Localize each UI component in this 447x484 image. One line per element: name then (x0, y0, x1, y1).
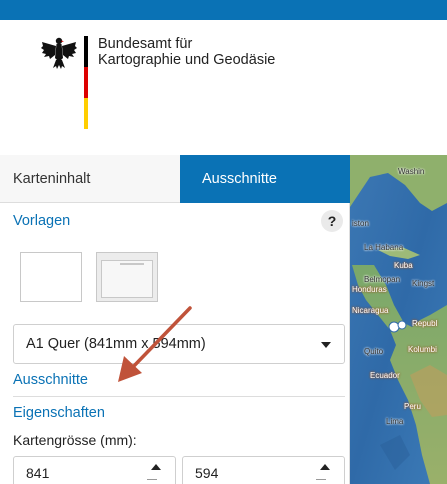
map-size-label: Kartengrösse (mm): (13, 432, 137, 448)
map-view[interactable]: Washin iston La Habana Kuba Belmopan Kin… (350, 155, 447, 484)
decrement-height-icon[interactable] (316, 479, 326, 480)
section-ausschnitte[interactable]: Ausschnitte (13, 372, 88, 388)
blank-template-thumbnail[interactable] (20, 252, 82, 302)
map-width-value: 841 (26, 465, 50, 481)
map-label: Quito (364, 347, 384, 356)
federal-eagle-logo (41, 37, 77, 69)
annotation-arrow (118, 306, 192, 382)
map-height-input[interactable]: 594 (182, 456, 345, 484)
map-label: Kingst (412, 279, 435, 288)
map-label: Kolumbi (408, 345, 437, 354)
org-name-line1: Bundesamt für (98, 36, 193, 52)
marker-icon[interactable] (397, 320, 407, 330)
map-label: Peru (404, 402, 421, 411)
tab-ausschnitte[interactable]: Ausschnitte (180, 155, 350, 203)
marker-icon[interactable] (388, 321, 400, 333)
panel-tabs: Karteninhalt Ausschnitte (0, 155, 350, 203)
help-button[interactable]: ? (321, 210, 343, 232)
map-label: Republ (412, 319, 438, 328)
chevron-down-icon (321, 342, 331, 348)
increment-width-icon[interactable] (151, 464, 161, 470)
org-name-line2: Kartographie und Geodäsie (98, 52, 276, 68)
framed-template-thumbnail[interactable] (96, 252, 158, 302)
increment-height-icon[interactable] (320, 464, 330, 470)
org-name: Bundesamt für Kartographie und Geodäsie (98, 36, 275, 68)
map-label: Washin (398, 167, 425, 176)
map-label: Belmopan (364, 275, 401, 284)
map-label: Honduras (352, 285, 387, 294)
section-eigenschaften[interactable]: Eigenschaften (13, 405, 105, 421)
section-vorlagen[interactable]: Vorlagen (13, 213, 70, 229)
map-width-input[interactable]: 841 (13, 456, 176, 484)
template-frame (101, 260, 153, 298)
map-label: La Habana (364, 243, 404, 252)
map-label: Ecuador (370, 371, 400, 380)
map-label: Kuba (394, 261, 413, 270)
decrement-width-icon[interactable] (147, 479, 157, 480)
top-brand-bar (0, 0, 447, 20)
map-label: iston (352, 219, 369, 228)
map-height-value: 594 (195, 465, 219, 481)
map-label: Lima (386, 417, 404, 426)
map-label: Nicaragua (352, 306, 389, 315)
section-divider (13, 396, 345, 397)
german-flag-stripe (84, 36, 88, 129)
template-title-bar (120, 263, 144, 265)
tab-karteninhalt[interactable]: Karteninhalt (0, 155, 180, 203)
